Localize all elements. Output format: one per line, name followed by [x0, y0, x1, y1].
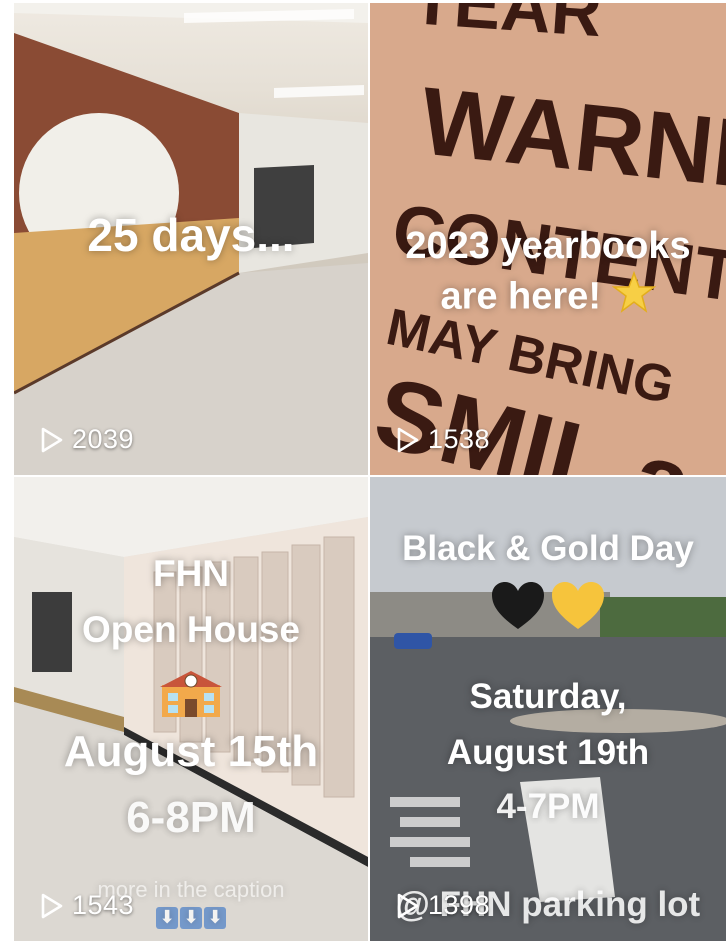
play-outline-icon [40, 427, 64, 453]
overlay-line-1: 2023 yearbooks [405, 225, 691, 267]
view-count-value: 1398 [428, 890, 491, 920]
overlay-line-4: 6-8PM [126, 793, 256, 842]
overlay-line-3: August 15th [63, 727, 319, 776]
video-tile-2[interactable]: TEAR WARNI CONTENTS MAY BRING SMIL a 202… [370, 3, 726, 475]
video-tile-1[interactable]: 25 days... 2039 [14, 3, 368, 475]
video-tile-3[interactable]: FHN Open House August 15th 6-8PM more in… [14, 477, 368, 941]
overlay-line-1: Black & Gold Day [402, 529, 694, 568]
overlay-line-3: August 19th [446, 733, 650, 772]
view-count: 1543 [40, 890, 134, 921]
school-emoji-icon [14, 663, 368, 719]
overlay-line-2-text: are here! [440, 275, 601, 318]
video-overlay-text: 2023 yearbooks are here! [370, 221, 726, 326]
star-emoji-icon [611, 270, 656, 326]
black-and-gold-hearts-emoji-icon [370, 579, 726, 633]
view-count-value: 1543 [72, 890, 135, 920]
play-outline-icon [396, 427, 420, 453]
video-grid: 25 days... 2039 TEAR WARNI CONTENTS MAY … [14, 3, 726, 941]
play-outline-icon [40, 893, 64, 919]
video-tile-4[interactable]: Black & Gold Day Saturday, August 19th 4… [370, 477, 726, 941]
overlay-line-1: FHN [152, 553, 230, 594]
view-count: 2039 [40, 424, 134, 455]
overlay-line-4: 4-7PM [496, 787, 600, 826]
overlay-line-2: are here! [370, 270, 726, 326]
play-outline-icon [396, 893, 420, 919]
view-count-value: 1538 [428, 424, 491, 454]
view-count: 1398 [396, 890, 490, 921]
overlay-line-2: Open House [82, 609, 300, 650]
view-count: 1538 [396, 424, 490, 455]
video-overlay-text: 25 days... [87, 209, 295, 261]
view-count-value: 2039 [72, 424, 135, 454]
overlay-line-2: Saturday, [469, 677, 627, 716]
